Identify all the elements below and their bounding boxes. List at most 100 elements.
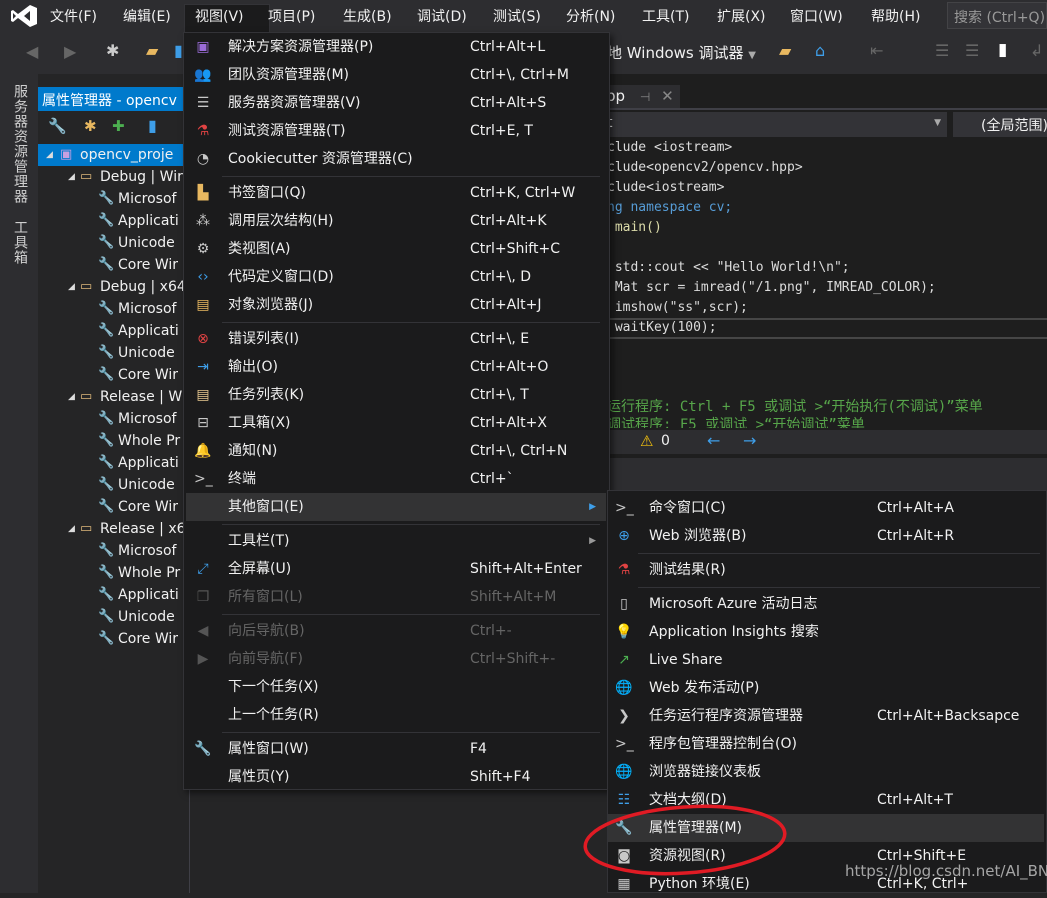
menu-item[interactable]: 上一个任务(R) [186, 701, 606, 729]
find-in-files-icon[interactable]: ▰ [779, 41, 791, 60]
bookmark-icon[interactable]: ▮ [998, 40, 1007, 60]
menu-item[interactable]: ⚗ 测试结果(R) [608, 556, 1044, 584]
add-property-sheet-icon[interactable]: ✱ [84, 117, 97, 135]
menu-item[interactable]: ⚙ 类视图(A) Ctrl+Shift+C [186, 235, 606, 263]
tree-item[interactable]: 🔧 Applicati [38, 320, 183, 342]
indent-icon[interactable]: ⇤ [870, 41, 883, 60]
tab-toolbox[interactable]: 工具箱 [10, 220, 30, 265]
menu-5[interactable]: 调试(D) [417, 6, 467, 26]
uncomment-icon[interactable]: ☰ [965, 41, 979, 60]
menu-item[interactable]: ▙ 书签窗口(Q) Ctrl+K, Ctrl+W [186, 179, 606, 207]
tree-item[interactable]: 🔧 Microsof [38, 188, 183, 210]
save-icon[interactable]: ▮ [148, 116, 157, 135]
search-input[interactable]: 搜索 (Ctrl+Q) [947, 2, 1047, 29]
menu-item[interactable]: ⊟ 工具箱(X) Ctrl+Alt+X [186, 409, 606, 437]
tree-item[interactable]: 🔧 Unicode [38, 232, 183, 254]
menu-item[interactable]: ☰ 服务器资源管理器(V) Ctrl+Alt+S [186, 89, 606, 117]
menu-8[interactable]: 工具(T) [642, 6, 689, 26]
menu-11[interactable]: 帮助(H) [871, 6, 920, 26]
menu-1[interactable]: 编辑(E) [123, 6, 171, 26]
menu-2[interactable]: 视图(V) [195, 6, 244, 26]
menu-item[interactable]: ⊗ 错误列表(I) Ctrl+\, E [186, 325, 606, 353]
menu-item[interactable]: ▤ 对象浏览器(J) Ctrl+Alt+J [186, 291, 606, 319]
tree-item[interactable]: 🔧 Applicati [38, 210, 183, 232]
tree-item[interactable]: ◢ ▭ Debug | Wir [38, 166, 183, 188]
tree-item[interactable]: ◢ ▭ Release | W [38, 386, 183, 408]
global-scope-dropdown[interactable]: (全局范围) [953, 112, 1047, 137]
tab-server-explorer[interactable]: 服务器资源管理器 [10, 84, 30, 204]
navigate-back-arrow-icon[interactable]: ← [707, 431, 720, 450]
menu-item[interactable]: 下一个任务(X) [186, 673, 606, 701]
menu-6[interactable]: 测试(S) [493, 6, 541, 26]
menu-item[interactable]: ⁂ 调用层次结构(H) Ctrl+Alt+K [186, 207, 606, 235]
menu-item[interactable]: >_ 终端 Ctrl+` [186, 465, 606, 493]
tree-item[interactable]: 🔧 Core Wir [38, 496, 183, 518]
scope-dropdown[interactable]: t▼ [607, 112, 947, 137]
tree-item[interactable]: ◢ ▭ Debug | x64 [38, 276, 183, 298]
menu-item[interactable]: ‹› 代码定义窗口(D) Ctrl+\, D [186, 263, 606, 291]
tree-item[interactable]: 🔧 Microsof [38, 408, 183, 430]
tree-item[interactable]: 🔧 Core Wir [38, 254, 183, 276]
navigate-forward-arrow-icon[interactable]: → [743, 431, 756, 450]
expand-triangle-icon[interactable]: ◢ [46, 144, 53, 166]
tree-item[interactable]: 🔧 Applicati [38, 452, 183, 474]
properties-wrench-icon[interactable]: 🔧 [48, 117, 67, 135]
pin-icon[interactable]: ⊣ [640, 90, 650, 104]
menu-item[interactable]: 工具栏(T) ▶ [186, 527, 606, 555]
menu-7[interactable]: 分析(N) [566, 6, 615, 26]
expand-triangle-icon[interactable]: ◢ [68, 166, 75, 188]
expand-triangle-icon[interactable]: ◢ [68, 518, 75, 540]
tree-item[interactable]: 🔧 Applicati [38, 584, 183, 606]
menu-item[interactable]: ▯ Microsoft Azure 活动日志 [608, 590, 1044, 618]
menu-item[interactable]: ▣ 解决方案资源管理器(P) Ctrl+Alt+L [186, 33, 606, 61]
menu-item[interactable]: 属性页(Y) Shift+F4 [186, 763, 606, 791]
comment-icon[interactable]: ☰ [935, 41, 949, 60]
menu-item[interactable]: 🔔 通知(N) Ctrl+\, Ctrl+N [186, 437, 606, 465]
tree-item[interactable]: 🔧 Unicode [38, 474, 183, 496]
menu-item[interactable]: ◔ Cookiecutter 资源管理器(C) [186, 145, 606, 173]
tree-item[interactable]: 🔧 Microsof [38, 540, 183, 562]
add-new-sheet-icon[interactable]: ✚ [112, 117, 125, 135]
expand-triangle-icon[interactable]: ◢ [68, 386, 75, 408]
menu-10[interactable]: 窗口(W) [790, 6, 843, 26]
tree-item[interactable]: 🔧 Core Wir [38, 364, 183, 386]
tree-item[interactable]: 🔧 Unicode [38, 606, 183, 628]
menu-item[interactable]: ⊕ Web 浏览器(B) Ctrl+Alt+R [608, 522, 1044, 550]
close-icon[interactable]: ✕ [661, 87, 674, 105]
menu-3[interactable]: 项目(P) [268, 6, 315, 26]
menu-item[interactable]: ⤢ 全屏幕(U) Shift+Alt+Enter [186, 555, 606, 583]
menu-item[interactable]: ⇥ 输出(O) Ctrl+Alt+O [186, 353, 606, 381]
tree-item[interactable]: 🔧 Unicode [38, 342, 183, 364]
menu-item[interactable]: ▤ 任务列表(K) Ctrl+\, T [186, 381, 606, 409]
menu-item[interactable]: 👥 团队资源管理器(M) Ctrl+\, Ctrl+M [186, 61, 606, 89]
menu-item[interactable]: 💡 Application Insights 搜索 [608, 618, 1044, 646]
visual-studio-logo-icon[interactable] [10, 4, 38, 28]
menu-item[interactable]: 其他窗口(E) ▶ [186, 493, 606, 521]
forward-icon[interactable]: ▶ [64, 42, 76, 61]
menu-item[interactable]: 🌐 浏览器链接仪表板 [608, 758, 1044, 786]
save-icon[interactable]: ▮ [174, 41, 183, 60]
menu-item[interactable]: >_ 程序包管理器控制台(O) [608, 730, 1044, 758]
debugger-dropdown[interactable]: 地 Windows 调试器 ▼ [607, 42, 756, 63]
expand-triangle-icon[interactable]: ◢ [68, 276, 75, 298]
tree-item[interactable]: 🔧 Whole Pr [38, 430, 183, 452]
menu-item[interactable]: ⚗ 测试资源管理器(T) Ctrl+E, T [186, 117, 606, 145]
warning-count[interactable]: 0 [661, 433, 670, 449]
open-folder-icon[interactable]: ▰ [146, 41, 158, 60]
menu-item[interactable]: ↗ Live Share [608, 646, 1044, 674]
home-icon[interactable]: ⌂ [815, 41, 825, 60]
menu-0[interactable]: 文件(F) [50, 6, 97, 26]
prev-bookmark-icon[interactable]: ↲ [1030, 41, 1043, 60]
tree-item[interactable]: ◢ ▣ opencv_proje [38, 144, 183, 166]
menu-4[interactable]: 生成(B) [343, 6, 392, 26]
tree-item[interactable]: ◢ ▭ Release | x6 [38, 518, 183, 540]
menu-item[interactable]: 🌐 Web 发布活动(P) [608, 674, 1044, 702]
tree-item[interactable]: 🔧 Microsof [38, 298, 183, 320]
menu-item[interactable]: >_ 命令窗口(C) Ctrl+Alt+A [608, 494, 1044, 522]
menu-item[interactable]: ❯ 任务运行程序资源管理器 Ctrl+Alt+Backsapce [608, 702, 1044, 730]
tree-item[interactable]: 🔧 Whole Pr [38, 562, 183, 584]
back-icon[interactable]: ◀ [26, 42, 38, 61]
menu-item[interactable]: 🔧 属性窗口(W) F4 [186, 735, 606, 763]
new-project-icon[interactable]: ✱ [106, 41, 119, 60]
menu-9[interactable]: 扩展(X) [717, 6, 766, 26]
